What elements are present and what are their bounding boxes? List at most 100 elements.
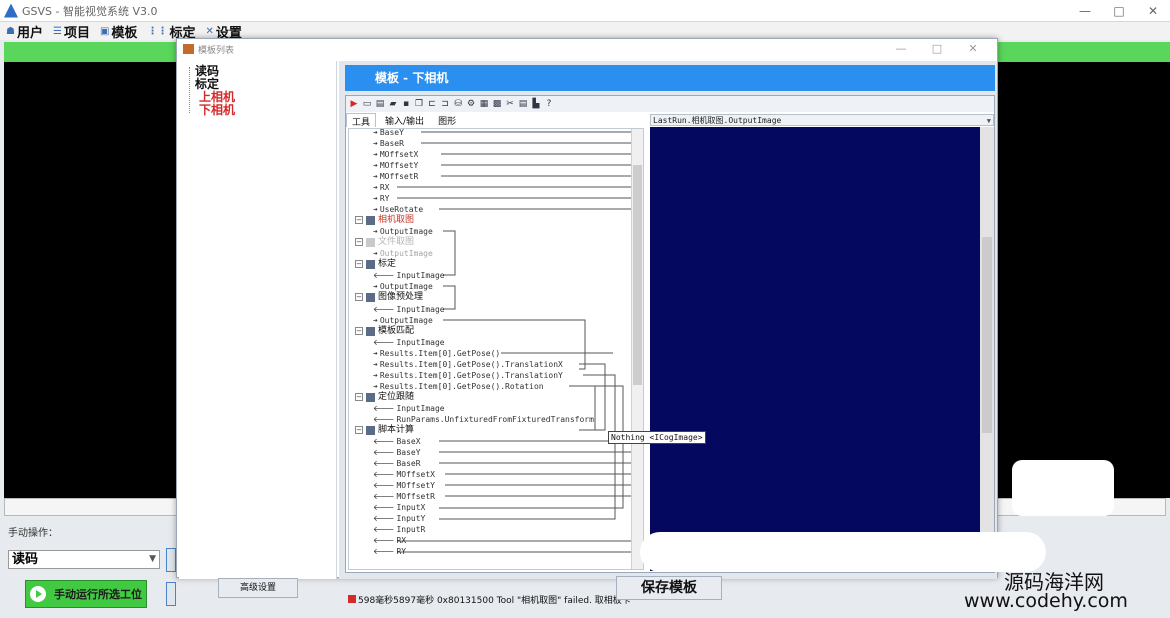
user-icon: ☗ (6, 25, 15, 37)
graph-match-output-pose[interactable]: ➔ Results.Item[0].GetPose() (373, 348, 500, 359)
graph-output-moffsetx[interactable]: ➔ MOffsetX (373, 149, 418, 160)
side-button-2[interactable] (166, 582, 176, 606)
station-select[interactable]: 读码 ▼ (8, 550, 160, 569)
graph-script-input[interactable]: 🡐 BaseX (373, 436, 421, 447)
link-icon[interactable]: ⊏ (427, 99, 437, 109)
graph-match-input[interactable]: 🡐 InputImage (373, 337, 445, 348)
copy-icon[interactable]: ❐ (414, 99, 424, 109)
graph-scrollbar-thumb[interactable] (633, 165, 642, 385)
advanced-settings-button[interactable]: 高级设置 (218, 578, 298, 598)
run-selected-station-button[interactable]: 手动运行所选工位 (25, 580, 147, 608)
help-icon[interactable]: ? (544, 99, 554, 109)
tooltip: Nothing <ICogImage> (608, 431, 706, 444)
dialog-title: 模板列表 (198, 45, 235, 56)
tool-calibrate[interactable]: − 标定 (355, 258, 396, 270)
calibrate-icon: ⋮⋮ (147, 25, 168, 37)
dialog-maximize-button[interactable]: □ (919, 39, 955, 59)
tab-tools[interactable]: 工具 (346, 113, 377, 128)
graph-pre-input[interactable]: 🡐 InputImage (373, 304, 445, 315)
tool-script[interactable]: − 脚本计算 (355, 424, 414, 436)
properties-icon[interactable]: ⊐ (440, 99, 450, 109)
graph-script-input[interactable]: 🡐 MOffsetY (373, 480, 435, 491)
graph-script-input[interactable]: 🡐 BaseR (373, 458, 421, 469)
image-scrollbar[interactable] (980, 127, 994, 571)
image-scrollbar-thumb[interactable] (982, 237, 992, 433)
collapse-icon[interactable]: − (355, 260, 363, 268)
play-icon (30, 586, 46, 602)
graph-output-ry[interactable]: ➔ RY (373, 193, 389, 204)
manual-operation-label: 手动操作： (8, 528, 58, 539)
toolblock-editor: ▶ ▭ ▤ ▰ ▪ ❐ ⊏ ⊐ ⛁ ⚙ ▦ ▩ ✂ ▤ ▙ ? 工具 输入/输出… (345, 95, 995, 606)
graph-script-input[interactable]: 🡐 MOffsetX (373, 469, 435, 480)
collapse-icon[interactable]: − (355, 238, 363, 246)
collapse-icon[interactable]: − (355, 293, 363, 301)
camera-tool-icon (366, 215, 375, 225)
template-tree: 读码 标定 上相机 下相机 (179, 61, 337, 579)
tree-item-lower-camera[interactable]: 下相机 (199, 104, 235, 117)
database-icon[interactable]: ⛁ (453, 99, 463, 109)
graph-script-input[interactable]: 🡐 RY (373, 546, 406, 557)
reset-icon[interactable]: ▤ (375, 99, 385, 109)
app-title: GSVS - 智能视觉系统 V3.0 (22, 4, 158, 18)
graph-output-basey[interactable]: ➔ BaseY (373, 129, 404, 138)
chart-icon[interactable]: ▙ (531, 99, 541, 109)
script-tool-icon (366, 425, 375, 435)
tool-file-acquire[interactable]: − 文件取图 (355, 236, 414, 248)
close-button[interactable]: ✕ (1136, 0, 1170, 22)
run-continuous-icon[interactable]: ▭ (362, 99, 372, 109)
maximize-button[interactable]: □ (1102, 0, 1136, 22)
graph-calib-input[interactable]: 🡐 InputImage (373, 270, 445, 281)
graph-scrollbar[interactable] (631, 129, 643, 569)
graph-fixture-input[interactable]: 🡐 InputImage (373, 403, 445, 414)
dialog-minimize-button[interactable]: — (883, 39, 919, 59)
tool-fixture[interactable]: − 定位跟随 (355, 391, 414, 403)
tool-camera-acquire[interactable]: − 相机取图 (355, 214, 414, 226)
tab-graphics[interactable]: 图形 (433, 113, 461, 127)
grid-icon[interactable]: ▩ (492, 99, 502, 109)
settings-icon[interactable]: ⚙ (466, 99, 476, 109)
open-icon[interactable]: ▰ (388, 99, 398, 109)
graph-output-moffsety[interactable]: ➔ MOffsetY (373, 160, 418, 171)
tree-connector (189, 67, 190, 113)
side-button[interactable] (166, 548, 176, 572)
graph-output-moffsetr[interactable]: ➔ MOffsetR (373, 171, 418, 182)
collapse-icon[interactable]: − (355, 216, 363, 224)
graph-script-input[interactable]: 🡐 InputX (373, 502, 425, 513)
graph-script-input[interactable]: 🡐 InputY (373, 513, 425, 524)
graph-match-output-tx[interactable]: ➔ Results.Item[0].GetPose().TranslationX (373, 359, 563, 370)
graph-output-baser[interactable]: ➔ BaseR (373, 138, 404, 149)
image-display[interactable] (650, 127, 980, 571)
graph-script-input[interactable]: 🡐 InputR (373, 524, 425, 535)
table-icon[interactable]: ▤ (518, 99, 528, 109)
save-template-button[interactable]: 保存模板 (616, 576, 722, 600)
redaction-blob (640, 532, 1046, 572)
tool-preprocess[interactable]: − 图像预处理 (355, 291, 423, 303)
collapse-icon[interactable]: − (355, 327, 363, 335)
graph-match-output-ty[interactable]: ➔ Results.Item[0].GetPose().TranslationY (373, 370, 563, 381)
collapse-icon[interactable]: − (355, 426, 363, 434)
project-icon: ☰ (52, 25, 62, 37)
image-icon[interactable]: ▦ (479, 99, 489, 109)
camera-view-right (996, 62, 1170, 498)
graph-script-input[interactable]: 🡐 RX (373, 535, 406, 546)
camera-view-left (4, 62, 178, 498)
menu-user[interactable]: ☗ 用户 (6, 22, 43, 41)
save-icon[interactable]: ▪ (401, 99, 411, 109)
graph-script-input[interactable]: 🡐 BaseY (373, 447, 421, 458)
calibrate-tool-icon (366, 259, 375, 269)
graph-script-input[interactable]: 🡐 MOffsetR (373, 491, 435, 502)
collapse-icon[interactable]: − (355, 393, 363, 401)
tab-io[interactable]: 输入/输出 (380, 113, 429, 127)
tool-template-match[interactable]: − 模板匹配 (355, 325, 414, 337)
image-source-select[interactable]: LastRun.相机取图.OutputImage ▼ (650, 114, 994, 126)
menu-project[interactable]: ☰ 项目 (53, 22, 90, 41)
menu-template[interactable]: ▣ 模板 (100, 22, 137, 41)
redaction-blob (1012, 460, 1114, 516)
station-select-value: 读码 (12, 552, 39, 567)
run-icon[interactable]: ▶ (349, 99, 359, 109)
tool-icon[interactable]: ✂ (505, 99, 515, 109)
graph-output-rx[interactable]: ➔ RX (373, 182, 389, 193)
minimize-button[interactable]: — (1068, 0, 1102, 22)
toolblock-toolbar: ▶ ▭ ▤ ▰ ▪ ❐ ⊏ ⊐ ⛁ ⚙ ▦ ▩ ✂ ▤ ▙ ? (346, 96, 994, 112)
dialog-close-button[interactable]: ✕ (955, 39, 991, 59)
